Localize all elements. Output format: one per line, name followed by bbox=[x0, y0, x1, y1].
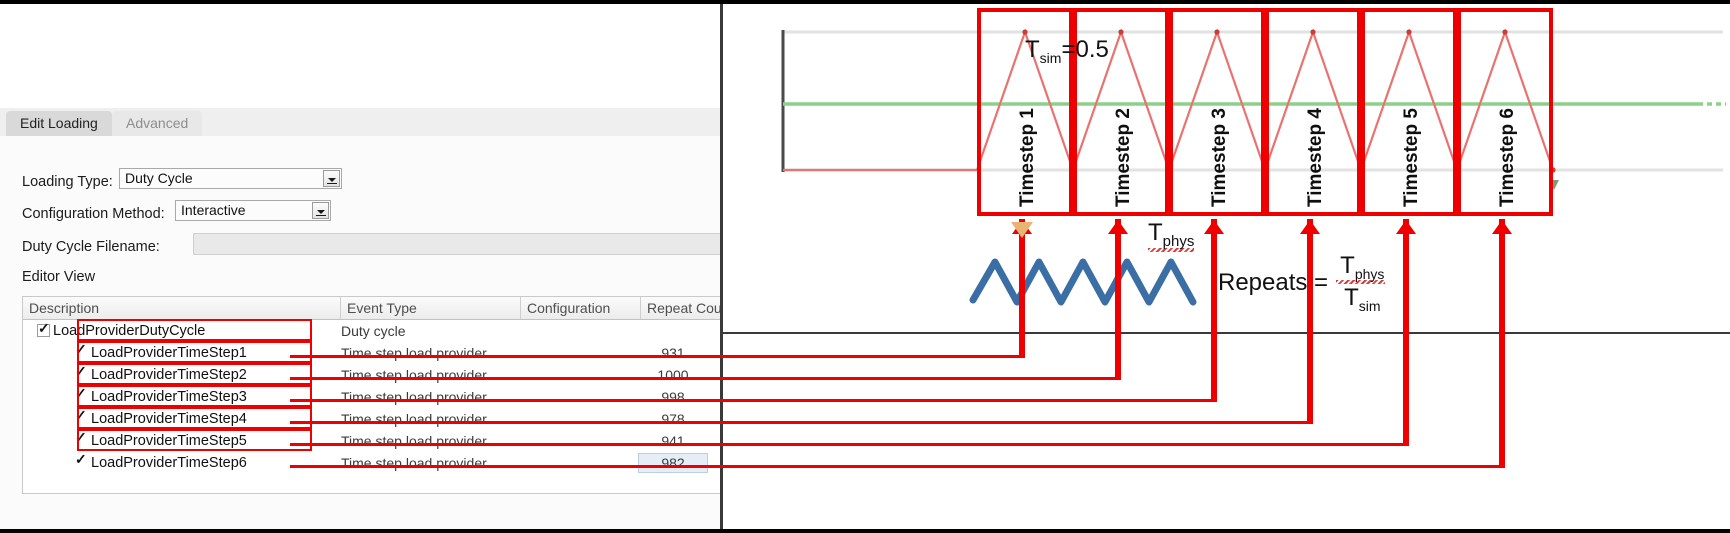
connector-line-horizontal-2 bbox=[290, 377, 1121, 380]
cell-description: LoadProviderTimeStep6 bbox=[91, 455, 247, 471]
tsim-annotation: Tsim=0.5 bbox=[1025, 36, 1109, 66]
row-highlight-box bbox=[77, 341, 312, 363]
cell-repeat-count: 1000 bbox=[657, 367, 689, 383]
timestep-label: Timestep 3 bbox=[1209, 108, 1230, 207]
connector-line-vertical-4 bbox=[1307, 219, 1313, 422]
timestep-label: Timestep 2 bbox=[1113, 108, 1134, 207]
row-checkbox[interactable] bbox=[37, 320, 50, 337]
connector-line-vertical-1 bbox=[1019, 219, 1025, 356]
tphys-subscript: phys bbox=[1162, 232, 1195, 250]
dialog-body: Loading Type: Duty Cycle Configuration M… bbox=[0, 136, 720, 529]
duty-cycle-filename-field[interactable] bbox=[193, 233, 720, 255]
timestep-box-3[interactable]: Timestep 3 bbox=[1169, 8, 1265, 216]
cell-repeat-count: 941 bbox=[661, 433, 685, 449]
cell-event-type: Time step load provider bbox=[341, 455, 487, 471]
cell-repeat-count: 982 bbox=[661, 455, 685, 471]
timestep-label: Timestep 5 bbox=[1401, 108, 1422, 207]
configuration-method-value: Interactive bbox=[181, 202, 246, 218]
timestep-box-6[interactable]: Timestep 6 bbox=[1457, 8, 1553, 216]
row-highlight-box bbox=[77, 407, 312, 429]
cell-repeat-count: 978 bbox=[661, 411, 685, 427]
table-row[interactable]: LoadProviderTimeStep6 Time step load prov… bbox=[23, 451, 720, 474]
tphys-annotation: Tphys bbox=[1148, 219, 1195, 252]
cell-event-type: Time step load provider bbox=[341, 389, 487, 405]
cell-repeat-count bbox=[641, 320, 705, 342]
loading-type-label: Loading Type: bbox=[22, 174, 113, 190]
cell-event-type: Time step load provider bbox=[341, 345, 487, 361]
blue-zigzag bbox=[969, 258, 1197, 306]
tsim-symbol: T bbox=[1025, 36, 1040, 63]
connector-line-vertical-3 bbox=[1211, 219, 1217, 400]
timestep-box-5[interactable]: Timestep 5 bbox=[1361, 8, 1457, 216]
duty-cycle-filename-label: Duty Cycle Filename: bbox=[22, 239, 160, 255]
row-highlight-box bbox=[77, 385, 312, 407]
tsim-value: =0.5 bbox=[1061, 36, 1109, 63]
cell-repeat-count: 931 bbox=[661, 345, 685, 361]
diagram-panel: Timestep 1 Timestep 2 Timestep 3 Timestep 4… bbox=[720, 4, 1730, 529]
connector-line-horizontal-1 bbox=[290, 355, 1025, 358]
connector-line-horizontal-6 bbox=[290, 465, 1505, 468]
cell-event-type: Time step load provider bbox=[341, 367, 487, 383]
tab-advanced[interactable]: Advanced bbox=[112, 111, 203, 136]
row-highlight-box bbox=[77, 363, 312, 385]
column-header-configuration[interactable]: Configuration bbox=[521, 297, 641, 319]
duty-cycle-diagram: Timestep 1 Timestep 2 Timestep 3 Timestep 4… bbox=[723, 4, 1730, 334]
editor-view-label: Editor View bbox=[22, 269, 96, 285]
row-checkbox[interactable] bbox=[75, 451, 88, 469]
column-header-event-type[interactable]: Event Type bbox=[341, 297, 521, 319]
configuration-method-select[interactable]: Interactive bbox=[175, 200, 331, 221]
cell-event-type: Time step load provider bbox=[341, 433, 487, 449]
row-highlight-box bbox=[77, 429, 312, 451]
connector-arrowhead-4 bbox=[1300, 220, 1320, 234]
row-highlight-box bbox=[77, 319, 312, 341]
repeats-denominator: Tsim bbox=[1344, 283, 1381, 314]
connector-line-vertical-5 bbox=[1403, 219, 1409, 444]
chevron-down-icon[interactable] bbox=[312, 202, 329, 219]
connector-arrowhead-2 bbox=[1108, 220, 1128, 234]
dialog-blank-top-area bbox=[0, 4, 720, 108]
cell-repeat-count: 998 bbox=[661, 389, 685, 405]
timestep-label: Timestep 4 bbox=[1305, 108, 1326, 207]
connector-arrowhead-3 bbox=[1204, 220, 1224, 234]
connector-line-horizontal-3 bbox=[290, 399, 1217, 402]
cell-event-type: Time step load provider bbox=[341, 411, 487, 427]
screenshot-root: Edit Loading Advanced Loading Type: Duty… bbox=[0, 0, 1730, 533]
connector-line-horizontal-4 bbox=[290, 421, 1313, 424]
connector-line-horizontal-5 bbox=[290, 443, 1409, 446]
timestep-label: Timestep 6 bbox=[1497, 108, 1518, 207]
chevron-down-icon[interactable] bbox=[323, 170, 340, 187]
connector-line-vertical-6 bbox=[1499, 219, 1505, 466]
table-body: LoadProviderDutyCycleDuty cycleLoadProvi… bbox=[23, 319, 720, 474]
column-header-repeat-count[interactable]: Repeat Count bbox=[641, 297, 720, 319]
repeats-formula: Repeats = Tphys Tsim bbox=[1218, 252, 1385, 314]
edit-loading-dialog: Edit Loading Advanced Loading Type: Duty… bbox=[0, 4, 720, 529]
tphys-symbol: T bbox=[1148, 219, 1163, 246]
gold-marker-icon bbox=[1011, 222, 1033, 238]
configuration-method-label: Configuration Method: bbox=[22, 206, 165, 222]
tab-strip: Edit Loading Advanced bbox=[0, 108, 720, 137]
loading-type-select[interactable]: Duty Cycle bbox=[119, 168, 342, 189]
repeats-fraction: Tphys Tsim bbox=[1336, 252, 1385, 314]
timestep-label: Timestep 1 bbox=[1017, 108, 1038, 207]
tab-edit-loading[interactable]: Edit Loading bbox=[6, 111, 112, 136]
connector-arrowhead-5 bbox=[1396, 220, 1416, 234]
connector-arrowhead-6 bbox=[1492, 220, 1512, 234]
column-header-description[interactable]: Description bbox=[23, 297, 341, 319]
table-header-row: Description Event Type Configuration Rep… bbox=[23, 297, 720, 320]
connector-line-vertical-2 bbox=[1115, 219, 1121, 378]
timestep-box-4[interactable]: Timestep 4 bbox=[1265, 8, 1361, 216]
cell-event-type: Duty cycle bbox=[341, 323, 406, 339]
tsim-subscript: sim bbox=[1039, 49, 1062, 66]
loading-type-value: Duty Cycle bbox=[125, 170, 193, 186]
